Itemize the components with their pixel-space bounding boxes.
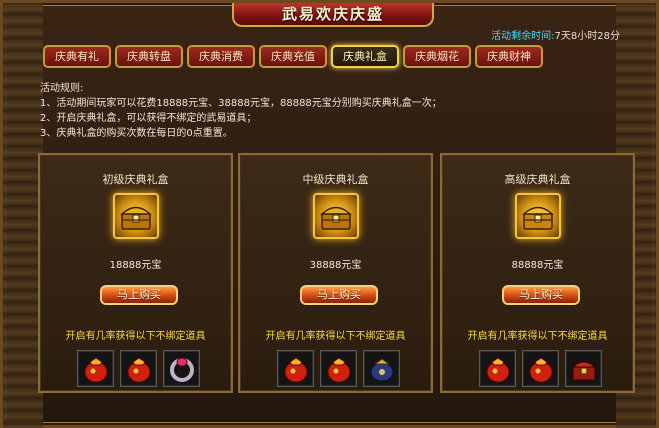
window-title: 武易欢庆庆盛 bbox=[232, 3, 434, 27]
loot-items bbox=[479, 350, 609, 388]
tab-celebration-fireworks[interactable]: 庆典烟花 bbox=[403, 45, 471, 68]
buy-button[interactable]: 马上购买 bbox=[502, 285, 580, 305]
tab-celebration-giftbox[interactable]: 庆典礼盒 bbox=[331, 45, 399, 68]
loot-description: 开启有几率获得以下不绑定道具 bbox=[467, 331, 608, 342]
red-bag-icon[interactable] bbox=[320, 350, 357, 387]
tab-celebration-fortune[interactable]: 庆典财神 bbox=[475, 45, 543, 68]
giftbox-card-basic: 初级庆典礼盒 18888元宝 马上购买 开启有几率获得以下不绑定道具 bbox=[38, 153, 233, 393]
rules-heading: 活动规则: bbox=[40, 83, 84, 94]
red-bag-icon[interactable] bbox=[277, 350, 314, 387]
giftbox-cards: 初级庆典礼盒 18888元宝 马上购买 开启有几率获得以下不绑定道具 中级庆典礼… bbox=[36, 153, 635, 393]
giftbox-price: 38888元宝 bbox=[309, 260, 362, 271]
tab-celebration-recharge[interactable]: 庆典充值 bbox=[259, 45, 327, 68]
giftbox-card-advanced: 高级庆典礼盒 88888元宝 马上购买 开启有几率获得以下不绑定道具 bbox=[440, 153, 635, 393]
red-bag-icon[interactable] bbox=[77, 350, 114, 387]
red-bag-icon[interactable] bbox=[479, 350, 516, 387]
tab-celebration-spend[interactable]: 庆典消费 bbox=[187, 45, 255, 68]
giftbox-title: 初级庆典礼盒 bbox=[102, 173, 169, 186]
buy-button[interactable]: 马上购买 bbox=[100, 285, 178, 305]
gold-chest-icon bbox=[113, 193, 159, 239]
red-bag-icon[interactable] bbox=[120, 350, 157, 387]
treasure-chest-icon[interactable] bbox=[565, 350, 602, 387]
timer-label: 活动剩余时间: bbox=[491, 31, 555, 42]
rules-line: 3、庆典礼盒的购买次数在每日的0点重置。 bbox=[40, 128, 233, 139]
gold-chest-icon bbox=[313, 193, 359, 239]
giftbox-title: 中级庆典礼盒 bbox=[302, 173, 369, 186]
giftbox-title: 高级庆典礼盒 bbox=[504, 173, 571, 186]
rules-panel: 活动规则: 1、活动期间玩家可以花费18888元宝、38888元宝，88888元… bbox=[40, 81, 625, 151]
tab-celebration-gift[interactable]: 庆典有礼 bbox=[43, 45, 111, 68]
giftbox-price: 88888元宝 bbox=[511, 260, 564, 271]
loot-items bbox=[277, 350, 407, 388]
blue-pouch-icon[interactable] bbox=[363, 350, 400, 387]
rules-line: 2、开启庆典礼盒，可以获得不绑定的武易道具； bbox=[40, 113, 257, 124]
giftbox-price: 18888元宝 bbox=[109, 260, 162, 271]
tab-bar: 庆典有礼 庆典转盘 庆典消费 庆典充值 庆典礼盒 庆典烟花 庆典财神 bbox=[43, 45, 621, 69]
red-bag-icon[interactable] bbox=[522, 350, 559, 387]
loot-items bbox=[77, 350, 207, 388]
buy-button[interactable]: 马上购买 bbox=[300, 285, 378, 305]
loot-description: 开启有几率获得以下不绑定道具 bbox=[65, 331, 206, 342]
giftbox-card-intermediate: 中级庆典礼盒 38888元宝 马上购买 开启有几率获得以下不绑定道具 bbox=[238, 153, 433, 393]
gold-chest-icon bbox=[515, 193, 561, 239]
rules-line: 1、活动期间玩家可以花费18888元宝、38888元宝，88888元宝分别购买庆… bbox=[40, 98, 442, 109]
ring-icon[interactable] bbox=[163, 350, 200, 387]
loot-description: 开启有几率获得以下不绑定道具 bbox=[265, 331, 406, 342]
event-timer: 活动剩余时间:7天8小时28分 bbox=[491, 30, 620, 44]
event-window: 武易欢庆庆盛 活动剩余时间:7天8小时28分 庆典有礼 庆典转盘 庆典消费 庆典… bbox=[0, 0, 659, 428]
tab-celebration-wheel[interactable]: 庆典转盘 bbox=[115, 45, 183, 68]
timer-value: 7天8小时28分 bbox=[554, 31, 620, 42]
